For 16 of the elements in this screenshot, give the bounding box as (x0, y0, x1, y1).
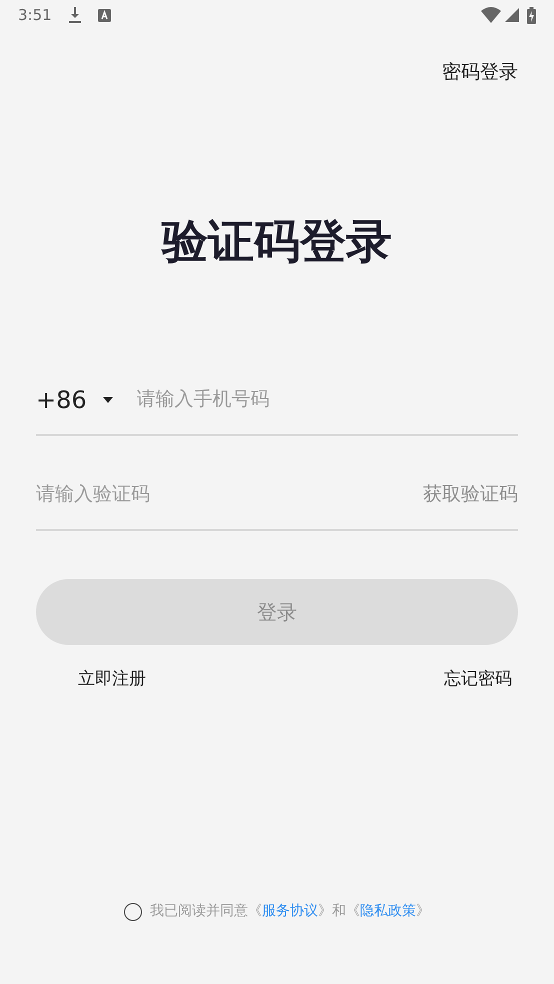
register-link[interactable]: 立即注册 (78, 666, 146, 692)
dropdown-icon[interactable] (102, 396, 113, 402)
page-title: 验证码登录 (160, 212, 393, 270)
status-time: 3:51 (18, 4, 52, 26)
download-icon (68, 7, 82, 23)
agreement-text: 我已阅读并同意《服务协议》和《隐私政策》 (150, 902, 430, 921)
code-field[interactable]: 请输入验证码 (36, 480, 407, 509)
forgot-password-link[interactable]: 忘记密码 (444, 666, 512, 692)
phone-field[interactable]: 请输入手机号码 (136, 385, 518, 414)
wifi-icon (481, 7, 501, 23)
country-code[interactable]: +86 (36, 382, 87, 418)
agree-checkbox[interactable] (124, 902, 142, 920)
keyboard-icon (98, 8, 111, 22)
battery-icon (527, 6, 536, 24)
password-login-link[interactable]: 密码登录 (442, 58, 518, 86)
signal-icon (505, 8, 519, 22)
